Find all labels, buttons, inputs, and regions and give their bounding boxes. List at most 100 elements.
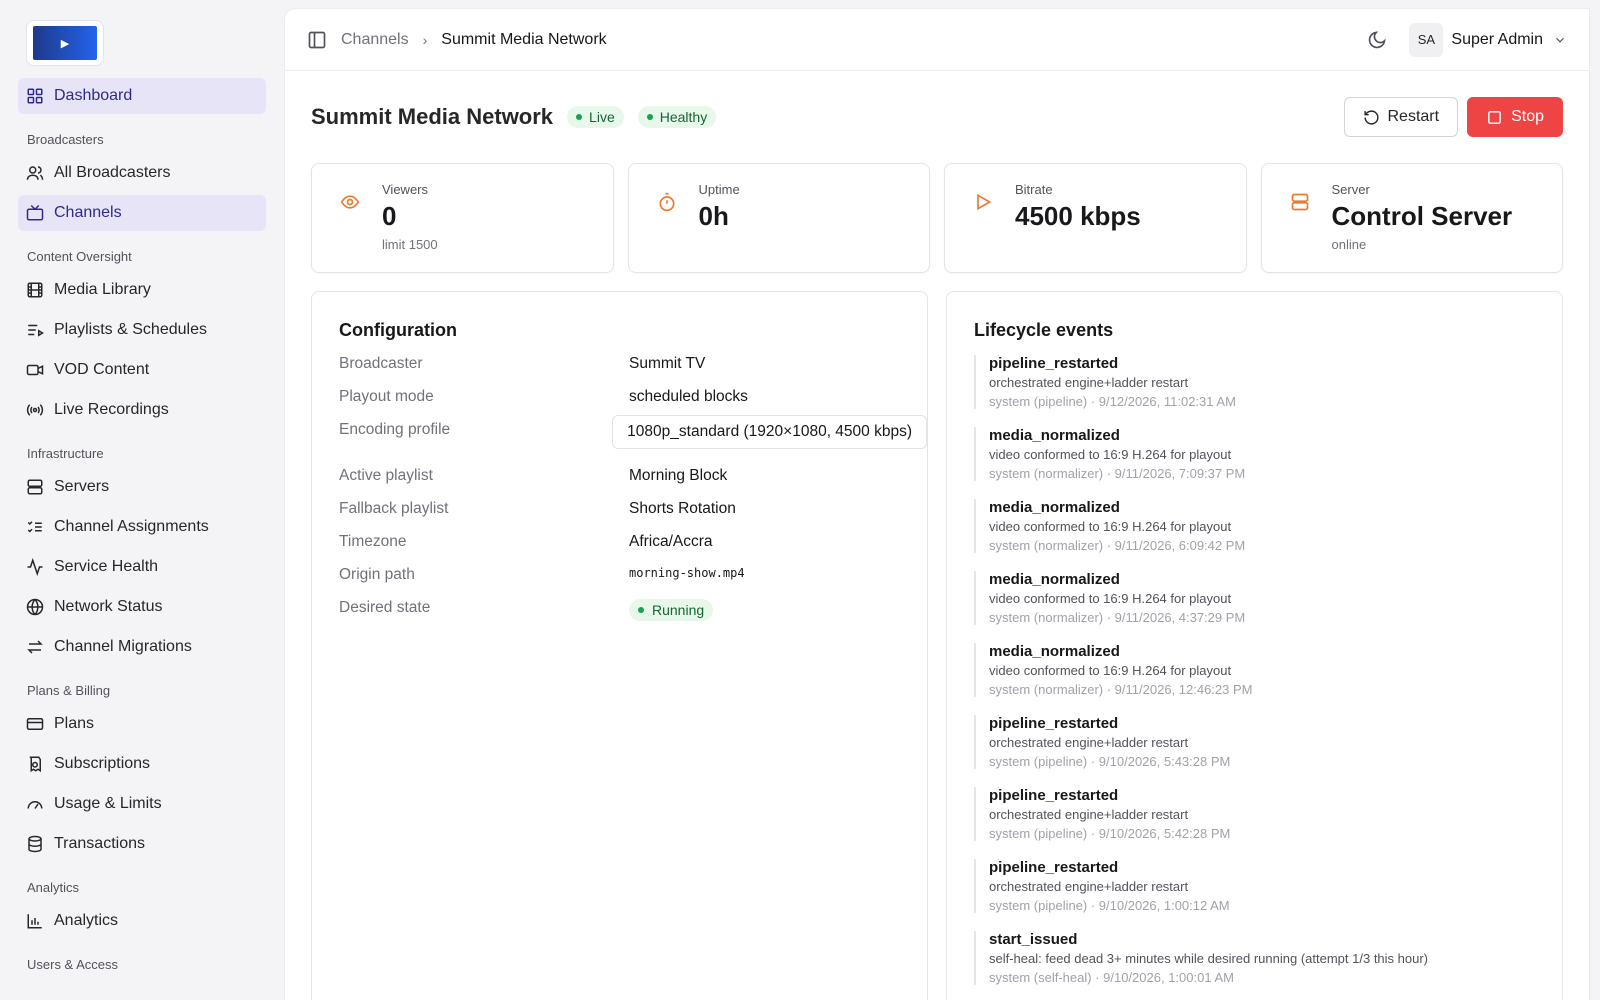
user-name[interactable]: Super Admin [1451, 31, 1543, 49]
stop-button[interactable]: Stop [1467, 97, 1563, 137]
event-meta: system (self-heal) · 9/10/2026, 1:00:01 … [989, 970, 1234, 985]
event-name: start_issued [989, 931, 1078, 948]
sidebar-item-subscriptions[interactable]: Subscriptions [18, 746, 266, 782]
event-meta: system (normalizer) · 9/11/2026, 6:09:42… [989, 538, 1246, 553]
sidebar-item-playlists[interactable]: Playlists & Schedules [18, 312, 266, 348]
sidebar-item-analytics[interactable]: Analytics [18, 903, 266, 939]
section-label-analytics: Analytics [27, 880, 80, 895]
sidebar-item-network-status[interactable]: Network Status [18, 589, 266, 625]
credit-card-icon [26, 715, 44, 733]
moon-icon[interactable] [1367, 30, 1387, 50]
config-key: Playout mode [339, 388, 434, 405]
stat-label: Bitrate [1015, 182, 1053, 197]
sidebar-item-label: Channels [54, 204, 122, 221]
sidebar: ▶ Dashboard Broadcasters All Broadcaster… [0, 0, 284, 1000]
event-description: self-heal: feed dead 3+ minutes while de… [989, 951, 1429, 966]
status-badge-live: Live [567, 106, 624, 128]
section-label-users: Users & Access [27, 957, 119, 972]
encoding-profile-select[interactable]: 1080p_standard (1920×1080, 4500 kbps) [612, 415, 927, 449]
play-icon: ▶ [33, 26, 97, 60]
sidebar-item-channel-assignments[interactable]: Channel Assignments [18, 509, 266, 545]
status-dot [646, 114, 653, 120]
database-icon [26, 835, 44, 853]
restart-button[interactable]: Restart [1343, 97, 1459, 137]
list-play-icon [26, 321, 44, 339]
chevron-down-icon[interactable] [1553, 33, 1567, 47]
event-description: orchestrated engine+ladder restart [989, 807, 1189, 822]
topbar-actions: SA Super Admin [1367, 22, 1567, 57]
sidebar-item-transactions[interactable]: Transactions [18, 826, 266, 862]
configuration-card: Configuration Broadcaster Summit TV Play… [311, 291, 928, 1000]
event-meta: system (pipeline) · 9/10/2026, 1:00:12 A… [989, 898, 1230, 913]
eye-icon [340, 192, 360, 212]
dashboard-grid-icon [26, 87, 44, 105]
rotate-ccw-icon [1363, 109, 1379, 125]
sidebar-item-service-health[interactable]: Service Health [18, 549, 266, 585]
sidebar-item-label: Media Library [54, 281, 151, 298]
topbar: Channels › Summit Media Network SA Super… [285, 9, 1589, 71]
sidebar-item-channel-migrations[interactable]: Channel Migrations [18, 629, 266, 665]
section-label-infrastructure: Infrastructure [27, 446, 104, 461]
sidebar-item-vod[interactable]: VOD Content [18, 352, 266, 388]
avatar[interactable]: SA [1409, 22, 1444, 57]
section-label-content: Content Oversight [27, 249, 132, 264]
sidebar-toggle-icon[interactable] [307, 30, 327, 50]
list-item: start_issued self-heal: feed dead 3+ min… [974, 931, 1562, 985]
event-description: video conformed to 16:9 H.264 for playou… [989, 519, 1232, 534]
select-value: 1080p_standard (1920×1080, 4500 kbps) [627, 423, 912, 440]
square-icon [1488, 110, 1501, 124]
stat-value: 0 [382, 201, 397, 231]
event-name: media_normalized [989, 571, 1120, 588]
config-value: Summit TV [629, 355, 706, 372]
event-description: orchestrated engine+ladder restart [989, 879, 1189, 894]
config-key: Desired state [339, 599, 431, 616]
status-badge-health: Healthy [637, 106, 717, 128]
sidebar-item-label: Subscriptions [54, 755, 151, 772]
sidebar-item-plans[interactable]: Plans [18, 706, 266, 742]
badge-label: Healthy [659, 109, 708, 125]
server-icon [26, 478, 44, 496]
event-meta: system (pipeline) · 9/12/2026, 11:02:31 … [989, 394, 1236, 409]
sidebar-item-label: VOD Content [54, 361, 150, 378]
event-meta: system (pipeline) · 9/10/2026, 5:42:28 P… [989, 826, 1231, 841]
stat-card-bitrate: Bitrate 4500 kbps [944, 163, 1247, 273]
main-panel: Channels › Summit Media Network SA Super… [284, 8, 1590, 1000]
stat-card-uptime: Uptime 0h [627, 163, 930, 273]
event-description: orchestrated engine+ladder restart [989, 375, 1189, 390]
bar-chart-icon [26, 912, 44, 930]
list-item: media_normalized video conformed to 16:9… [974, 571, 1562, 625]
sidebar-item-label: Usage & Limits [54, 795, 162, 812]
event-name: media_normalized [989, 499, 1120, 516]
globe-icon [26, 598, 44, 616]
sidebar-item-media-library[interactable]: Media Library [18, 272, 266, 308]
sidebar-item-channels[interactable]: Channels [18, 195, 266, 231]
activity-icon [26, 558, 44, 576]
event-list: pipeline_restarted orchestrated engine+l… [974, 355, 1562, 985]
sidebar-item-label: Live Recordings [54, 401, 169, 418]
sidebar-item-dashboard[interactable]: Dashboard [18, 78, 266, 114]
sidebar-item-live-recordings[interactable]: Live Recordings [18, 392, 266, 428]
stat-value: 0h [698, 201, 729, 231]
sidebar-item-servers[interactable]: Servers [18, 469, 266, 505]
stat-sub: limit 1500 [382, 237, 438, 252]
stat-card-server: Server Control Server online [1260, 163, 1563, 273]
config-row-timezone: Timezone Africa/Accra [339, 533, 927, 566]
video-icon [26, 361, 44, 379]
event-description: video conformed to 16:9 H.264 for playou… [989, 591, 1232, 606]
stop-label: Stop [1511, 108, 1544, 125]
app-logo[interactable]: ▶ [26, 20, 104, 66]
config-value: Africa/Accra [629, 533, 713, 550]
sidebar-item-usage[interactable]: Usage & Limits [18, 786, 266, 822]
sidebar-item-all-broadcasters[interactable]: All Broadcasters [18, 155, 266, 191]
event-description: orchestrated engine+ladder restart [989, 735, 1189, 750]
film-icon [26, 281, 44, 299]
event-description: video conformed to 16:9 H.264 for playou… [989, 447, 1232, 462]
gauge-icon [26, 795, 44, 813]
sidebar-item-label: Transactions [54, 835, 145, 852]
sidebar-item-label: Service Health [54, 558, 159, 575]
list-item: pipeline_restarted orchestrated engine+l… [974, 355, 1562, 409]
breadcrumb-current: Summit Media Network [441, 30, 607, 48]
badge-label: Live [589, 109, 615, 125]
breadcrumb-channels[interactable]: Channels [341, 31, 409, 49]
config-key: Encoding profile [339, 421, 451, 438]
